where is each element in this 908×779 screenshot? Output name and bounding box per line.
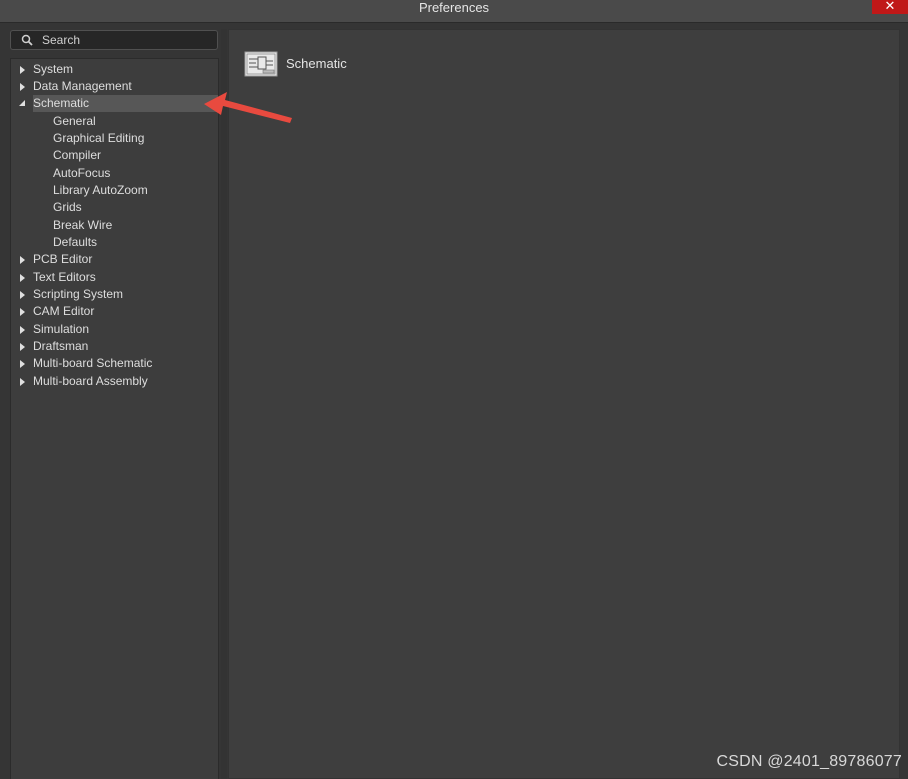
expand-arrow-icon[interactable] — [20, 274, 25, 282]
title-bar: Preferences ✕ — [0, 0, 908, 23]
tree-item-multi-board-schematic[interactable]: Multi-board Schematic — [11, 355, 218, 372]
tree-item-grids[interactable]: Grids — [11, 199, 218, 216]
tree-item-compiler[interactable]: Compiler — [11, 147, 218, 164]
search-placeholder: Search — [42, 33, 81, 47]
tree-item-data-management[interactable]: Data Management — [11, 78, 218, 95]
tree-item-label: Data Management — [33, 79, 132, 93]
expand-arrow-icon[interactable] — [20, 360, 25, 368]
tree-item-label: Graphical Editing — [53, 131, 145, 145]
panel-splitter[interactable] — [221, 29, 227, 779]
tree-item-library-autozoom[interactable]: Library AutoZoom — [11, 182, 218, 199]
expand-arrow-icon[interactable] — [20, 66, 25, 74]
tree-item-label: Library AutoZoom — [53, 183, 148, 197]
tree-item-label: Draftsman — [33, 339, 89, 353]
search-icon — [21, 34, 33, 46]
navigation-panel: Search System Data Management Schematic … — [9, 29, 220, 779]
tree-item-label: CAM Editor — [33, 304, 95, 318]
tree-item-system[interactable]: System — [11, 61, 218, 78]
tree-item-label: Break Wire — [53, 218, 113, 232]
tree-item-defaults[interactable]: Defaults — [11, 234, 218, 251]
tree-item-break-wire[interactable]: Break Wire — [11, 217, 218, 234]
expand-arrow-icon[interactable] — [20, 326, 25, 334]
tree-item-autofocus[interactable]: AutoFocus — [11, 165, 218, 182]
tree-item-label: PCB Editor — [33, 252, 93, 266]
tree-item-label: Simulation — [33, 322, 90, 336]
tree-item-label: System — [33, 62, 74, 76]
tree-item-label: Multi-board Assembly — [33, 374, 148, 388]
watermark: CSDN @2401_89786077 — [716, 753, 902, 770]
page-title: Schematic — [286, 56, 347, 71]
tree-item-cam-editor[interactable]: CAM Editor — [11, 303, 218, 320]
tree-item-schematic[interactable]: Schematic — [11, 95, 218, 112]
tree-item-multi-board-assembly[interactable]: Multi-board Assembly — [11, 373, 218, 390]
content-panel: Schematic — [228, 29, 900, 779]
tree-item-label: Text Editors — [33, 270, 96, 284]
tree-item-label: Defaults — [53, 235, 98, 249]
expand-arrow-icon[interactable] — [20, 83, 25, 91]
expand-arrow-icon[interactable] — [20, 378, 25, 386]
tree-item-simulation[interactable]: Simulation — [11, 321, 218, 338]
expand-arrow-icon[interactable] — [20, 343, 25, 351]
tree-item-graphical-editing[interactable]: Graphical Editing — [11, 130, 218, 147]
preferences-window: Preferences ✕ Search System Data Managem… — [0, 0, 908, 779]
tree-item-draftsman[interactable]: Draftsman — [11, 338, 218, 355]
tree-item-label: General — [53, 114, 96, 128]
expand-arrow-icon[interactable] — [20, 291, 25, 299]
annotation-arrow — [204, 92, 292, 123]
schematic-sheet-icon — [244, 51, 278, 77]
tree-item-scripting-system[interactable]: Scripting System — [11, 286, 218, 303]
tree-item-label: Multi-board Schematic — [33, 356, 153, 370]
expand-arrow-icon[interactable] — [20, 256, 25, 264]
tree-item-label: Grids — [53, 200, 82, 214]
tree-item-label: Schematic — [33, 95, 218, 112]
tree-item-general[interactable]: General — [11, 113, 218, 130]
tree-item-text-editors[interactable]: Text Editors — [11, 269, 218, 286]
search-input[interactable]: Search — [10, 30, 218, 50]
collapse-arrow-icon[interactable] — [19, 100, 25, 106]
expand-arrow-icon[interactable] — [20, 308, 25, 316]
preferences-tree: System Data Management Schematic General… — [10, 58, 219, 779]
tree-item-pcb-editor[interactable]: PCB Editor — [11, 251, 218, 268]
tree-item-label: AutoFocus — [53, 166, 111, 180]
tree-item-label: Compiler — [53, 148, 102, 162]
tree-item-label: Scripting System — [33, 287, 124, 301]
close-button[interactable]: ✕ — [872, 0, 908, 14]
window-title: Preferences — [418, 0, 490, 15]
